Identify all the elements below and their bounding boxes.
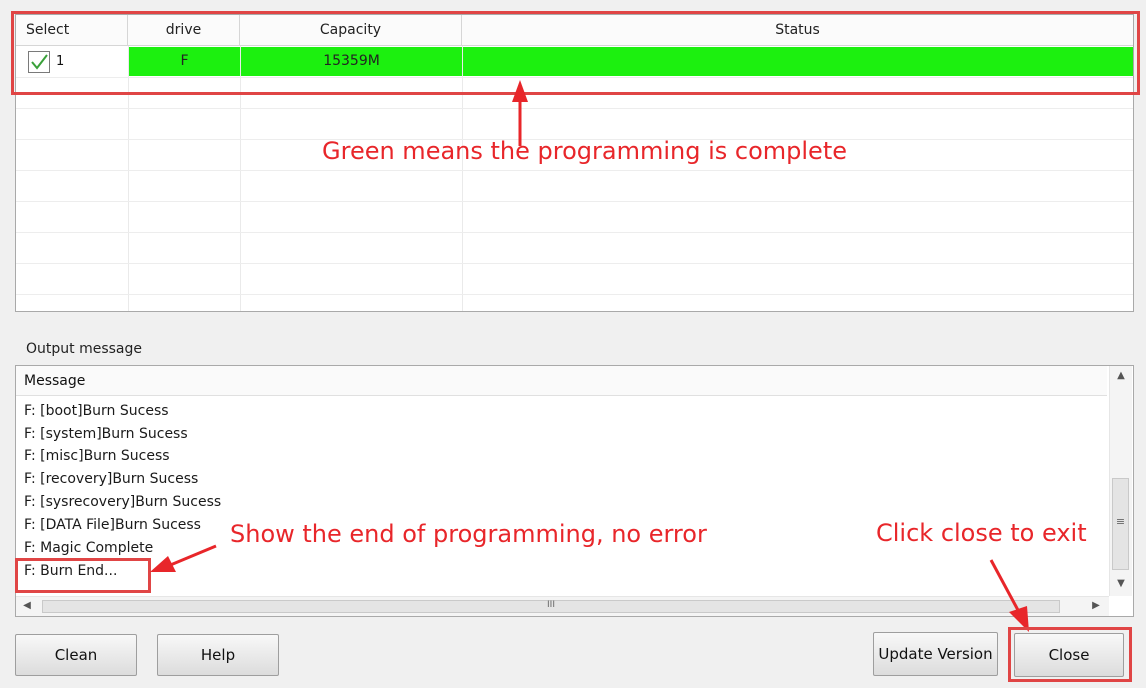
annotation-green-note: Green means the programming is complete (322, 137, 847, 165)
output-label: Output message (26, 341, 142, 357)
output-message-list[interactable]: Message F: [boot]Burn Sucess F: [system]… (15, 365, 1134, 617)
highlight-box-close (1008, 627, 1132, 682)
scroll-down-icon[interactable]: ▼ (1110, 578, 1132, 589)
row-divider (16, 201, 1133, 202)
clean-button[interactable]: Clean (15, 634, 137, 676)
annotation-close-note: Click close to exit (876, 519, 1087, 547)
row-divider (16, 294, 1133, 295)
arrow-left-icon (150, 544, 217, 572)
arrow-down-icon (989, 559, 1029, 632)
horizontal-scroll-thumb[interactable]: III (42, 600, 1060, 613)
scroll-grip-icon: III (547, 600, 555, 610)
vertical-scroll-thumb[interactable]: ≡ (1112, 478, 1129, 570)
message-line: F: [misc]Burn Sucess (24, 448, 170, 464)
highlight-box-burn-end (15, 558, 151, 593)
message-line: F: Magic Complete (24, 540, 154, 556)
row-divider (16, 170, 1133, 171)
help-button[interactable]: Help (157, 634, 279, 676)
update-version-button[interactable]: Update Version (873, 632, 998, 676)
row-divider (16, 232, 1133, 233)
message-column-header[interactable]: Message (16, 366, 1107, 396)
horizontal-scrollbar[interactable]: ◀ III ▶ (16, 596, 1109, 616)
row-divider (16, 263, 1133, 264)
scroll-grip-icon: ≡ (1115, 515, 1126, 528)
message-line: F: [system]Burn Sucess (24, 426, 188, 442)
scroll-left-icon[interactable]: ◀ (20, 600, 34, 611)
message-line: F: [DATA File]Burn Sucess (24, 517, 201, 533)
annotation-end-note: Show the end of programming, no error (230, 520, 707, 548)
message-line: F: [boot]Burn Sucess (24, 403, 169, 419)
message-line: F: [recovery]Burn Sucess (24, 471, 199, 487)
highlight-box-row (11, 11, 1140, 95)
vertical-scrollbar[interactable]: ▲ ≡ ▼ (1109, 366, 1132, 596)
message-line: F: [sysrecovery]Burn Sucess (24, 494, 222, 510)
scroll-right-icon[interactable]: ▶ (1089, 600, 1103, 611)
scroll-up-icon[interactable]: ▲ (1110, 370, 1132, 381)
row-divider (16, 108, 1133, 109)
